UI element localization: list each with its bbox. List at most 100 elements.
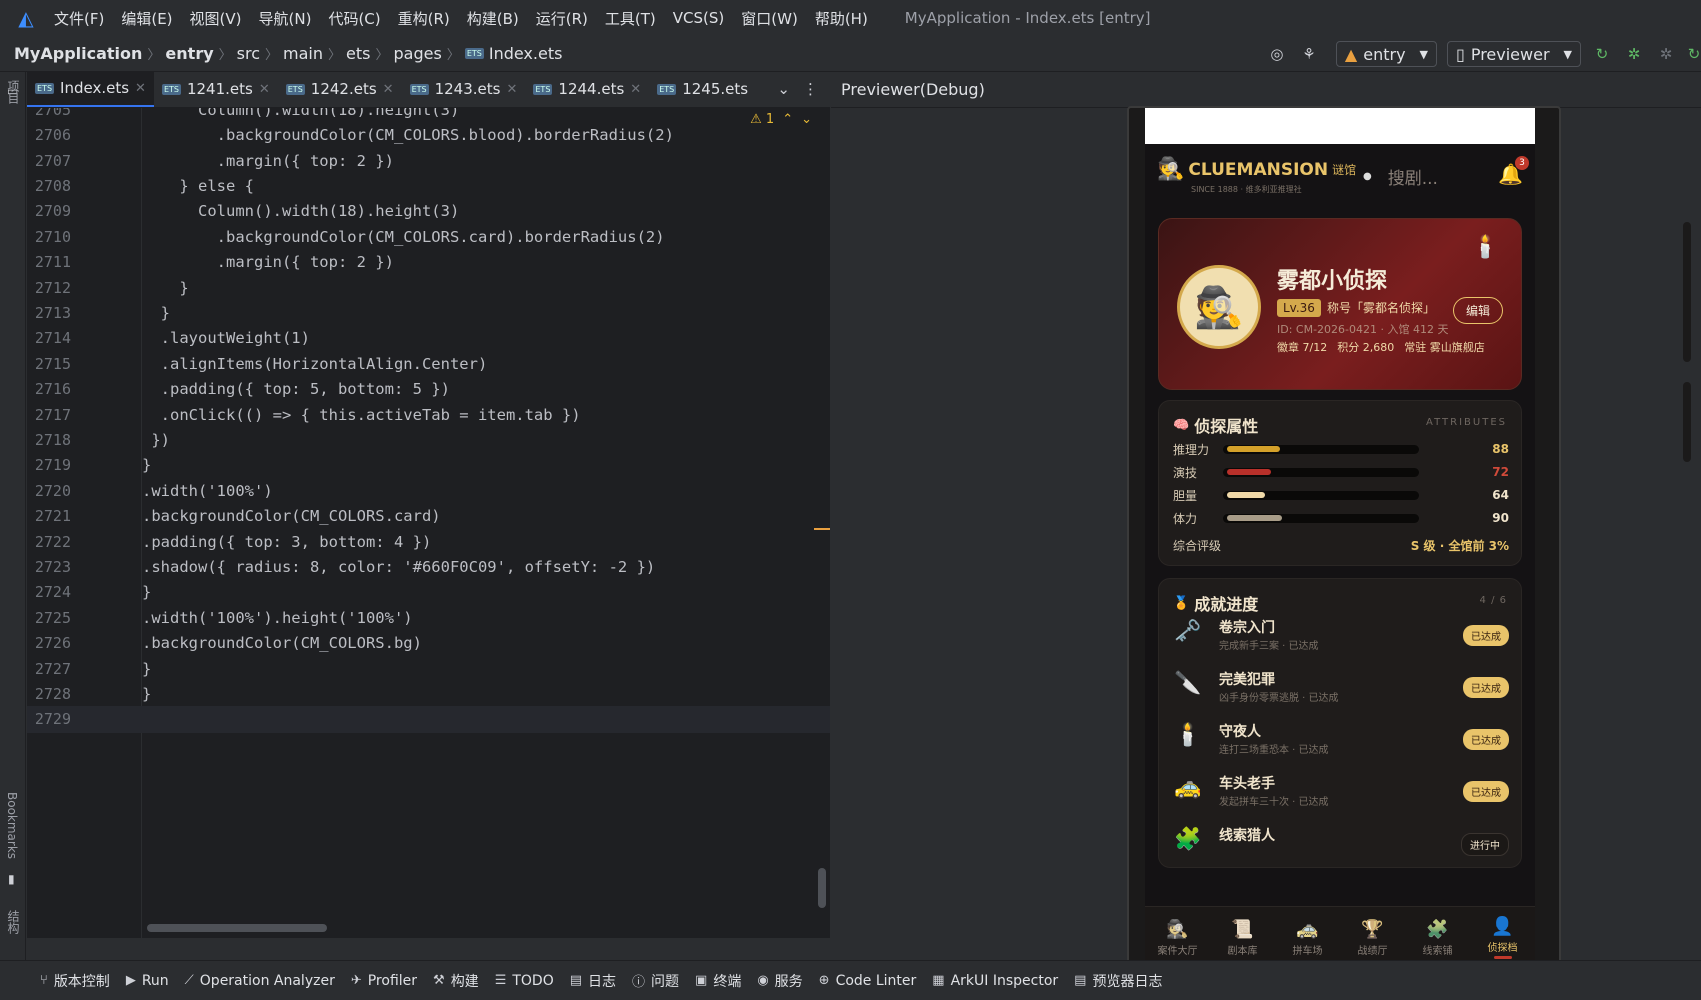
code-line[interactable]: 2723 .shadow({ radius: 8, color: '#660F0C… <box>27 553 830 581</box>
code-line[interactable]: 2728} <box>27 680 830 708</box>
tab-1242-ets[interactable]: ETS 1242.ets ✕ <box>278 71 402 107</box>
menu-window[interactable]: 窗口(W) <box>741 8 798 29</box>
line-number[interactable]: 2727 <box>27 660 71 678</box>
structure-tool-label[interactable]: 结构 <box>5 910 22 934</box>
code-line[interactable]: 2729 <box>27 705 830 734</box>
debug-icon[interactable]: ✲ <box>1623 43 1645 65</box>
line-number[interactable]: 2706 <box>27 126 71 144</box>
profiler-run-icon[interactable]: ↻ <box>1687 43 1701 65</box>
line-number[interactable]: 2723 <box>27 558 71 576</box>
tab-records-hall[interactable]: 🏆 战绩厅 <box>1340 907 1405 964</box>
code-line[interactable]: 2712 } <box>27 274 830 302</box>
tool-window-services[interactable]: ◉ 服务 <box>757 971 802 991</box>
close-icon[interactable]: ✕ <box>135 81 146 96</box>
device-manager-icon[interactable]: ⚘ <box>1298 43 1320 65</box>
line-number[interactable]: 2728 <box>27 685 71 703</box>
code-line[interactable]: 2721 .backgroundColor(CM_COLORS.card) <box>27 502 830 530</box>
tab-detective-profile[interactable]: 👤 侦探档 <box>1470 907 1535 964</box>
achievement-item[interactable]: 🔪 完美犯罪 凶手身份零票逃脱 · 已达成 已达成 <box>1173 665 1509 713</box>
breadcrumb-src[interactable]: src <box>237 44 260 63</box>
breadcrumb-project[interactable]: MyApplication <box>14 44 142 63</box>
tool-window-list[interactable]: ☰ TODO <box>495 973 554 989</box>
line-number[interactable]: 2710 <box>27 228 71 246</box>
edit-button[interactable]: 编辑 <box>1452 297 1503 324</box>
line-number[interactable]: 2729 <box>27 710 71 728</box>
line-number[interactable]: 2716 <box>27 380 71 398</box>
tab-1243-ets[interactable]: ETS 1243.ets ✕ <box>402 71 526 107</box>
line-number[interactable]: 2709 <box>27 202 71 220</box>
line-number[interactable]: 2715 <box>27 355 71 373</box>
achievement-item[interactable]: 🗝️ 卷宗入门 完成新手三案 · 已达成 已达成 <box>1173 613 1509 661</box>
code-line[interactable]: 2719} <box>27 452 830 480</box>
tab-1244-ets[interactable]: ETS 1244.ets ✕ <box>525 71 649 107</box>
code-line[interactable]: 2710 .backgroundColor(CM_COLORS.card).bo… <box>27 223 830 251</box>
tab-clue-shop[interactable]: 🧩 线索铺 <box>1405 907 1470 964</box>
line-number[interactable]: 2705 <box>27 108 71 119</box>
code-line[interactable]: 2707 .margin({ top: 2 }) <box>27 147 830 175</box>
line-number[interactable]: 2719 <box>27 456 71 474</box>
line-number[interactable]: 2722 <box>27 533 71 551</box>
achievement-item[interactable]: 🚕 车头老手 发起拼车三十次 · 已达成 已达成 <box>1173 769 1509 817</box>
avatar[interactable]: 🕵️ <box>1177 265 1261 349</box>
code-area[interactable]: ⚠ 1 ⌃ ⌄ 2705 Column().width(18).height(3) 2… <box>27 108 830 938</box>
achievement-item[interactable]: 🧩 线索猎人 进行中 <box>1173 821 1509 869</box>
line-number[interactable]: 2726 <box>27 634 71 652</box>
breadcrumb-file[interactable]: ETS Index.ets <box>464 44 562 63</box>
tool-window-problem[interactable]: ⓘ 问题 <box>632 971 679 991</box>
code-line[interactable]: 2724} <box>27 579 830 607</box>
tab-case-hall[interactable]: 🕵️ 案件大厅 <box>1145 907 1210 964</box>
tab-index-ets[interactable]: ETS Index.ets ✕ <box>27 71 154 107</box>
code-line[interactable]: 2722 .padding({ top: 3, bottom: 4 }) <box>27 528 830 556</box>
menu-build[interactable]: 构建(B) <box>467 8 519 29</box>
line-number[interactable]: 2707 <box>27 152 71 170</box>
more-options-icon[interactable]: ⋮ <box>803 80 818 98</box>
line-number[interactable]: 2724 <box>27 583 71 601</box>
menu-vcs[interactable]: VCS(S) <box>673 9 724 27</box>
tab-carpool[interactable]: 🚕 拼车场 <box>1275 907 1340 964</box>
line-number[interactable]: 2712 <box>27 279 71 297</box>
menu-navigate[interactable]: 导航(N) <box>259 8 312 29</box>
tool-window-hammer[interactable]: ⚒ 构建 <box>433 971 479 991</box>
tool-window-log[interactable]: ▤ 日志 <box>570 971 616 991</box>
close-icon[interactable]: ✕ <box>259 82 270 97</box>
line-number[interactable]: 2713 <box>27 304 71 322</box>
horizontal-scrollbar[interactable] <box>147 924 327 932</box>
code-line[interactable]: 2708 } else { <box>27 172 830 200</box>
menu-code[interactable]: 代码(C) <box>328 8 380 29</box>
menu-help[interactable]: 帮助(H) <box>815 8 868 29</box>
code-line[interactable]: 2706 .backgroundColor(CM_COLORS.blood).b… <box>27 121 830 149</box>
tool-window-run[interactable]: ▶ Run <box>126 973 169 989</box>
tool-window-profiler[interactable]: ✈ Profiler <box>351 973 417 989</box>
tab-1245-ets[interactable]: ETS 1245.ets <box>649 71 749 107</box>
tool-window-linter[interactable]: ⊕ Code Linter <box>819 973 917 989</box>
line-number[interactable]: 2720 <box>27 482 71 500</box>
tab-1241-ets[interactable]: ETS 1241.ets ✕ <box>154 71 278 107</box>
menu-tools[interactable]: 工具(T) <box>605 8 656 29</box>
line-number[interactable]: 2717 <box>27 406 71 424</box>
bookmark-icon[interactable]: ▮ <box>8 872 15 886</box>
menu-view[interactable]: 视图(V) <box>190 8 242 29</box>
achievement-item[interactable]: 🕯️ 守夜人 连打三场重恐本 · 已达成 已达成 <box>1173 717 1509 765</box>
close-icon[interactable]: ✕ <box>506 82 517 97</box>
tool-window-preview-log[interactable]: ▤ 预览器日志 <box>1074 971 1162 991</box>
code-line[interactable]: 2718 }) <box>27 426 830 454</box>
breadcrumb-main[interactable]: main <box>283 44 323 63</box>
breadcrumb-pages[interactable]: pages <box>394 44 442 63</box>
attach-debugger-icon[interactable]: ✲ <box>1655 43 1677 65</box>
breadcrumb-module[interactable]: entry <box>165 44 213 63</box>
device-select[interactable]: ▯ Previewer ▼ <box>1447 41 1581 67</box>
target-icon[interactable]: ◎ <box>1266 43 1288 65</box>
bell-icon[interactable]: 🔔 3 <box>1498 156 1529 186</box>
tool-window-chart[interactable]: ⟋ Operation Analyzer <box>185 973 335 989</box>
bookmarks-tool-label[interactable]: Bookmarks <box>5 792 19 859</box>
tab-script-library[interactable]: 📜 剧本库 <box>1210 907 1275 964</box>
module-select[interactable]: ▲ entry ▼ <box>1335 41 1438 67</box>
vertical-scrollbar[interactable] <box>818 868 826 908</box>
line-number[interactable]: 2711 <box>27 253 71 271</box>
menu-edit[interactable]: 编辑(E) <box>121 8 172 29</box>
tool-window-terminal[interactable]: ▣ 终端 <box>695 971 741 991</box>
code-line[interactable]: 2727} <box>27 655 830 683</box>
code-line[interactable]: 2709 Column().width(18).height(3) <box>27 198 830 226</box>
search-box[interactable]: ● 搜剧... <box>1363 164 1438 189</box>
rerun-icon[interactable]: ↻ <box>1591 43 1613 65</box>
